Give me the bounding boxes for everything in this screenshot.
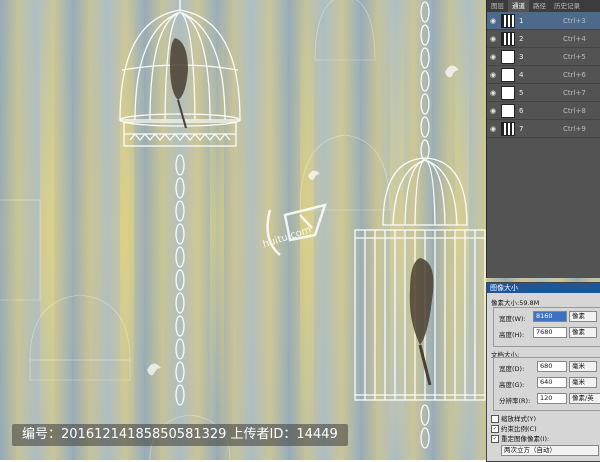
height-unit-select[interactable]: 像素 xyxy=(569,327,597,338)
eye-icon[interactable]: ◉ xyxy=(487,89,499,97)
resample-method-select[interactable]: 两次立方（自动） xyxy=(501,445,599,456)
width-input[interactable]: 8160 xyxy=(533,311,567,322)
channel-thumbnail xyxy=(501,13,515,28)
resample-option[interactable]: ✓ 重定图像像素(I): xyxy=(491,433,549,443)
doc-height-unit-select[interactable]: 毫米 xyxy=(569,377,597,388)
channel-thumbnail xyxy=(501,31,515,46)
dialog-title: 图像大小 xyxy=(487,283,600,293)
channel-row-3[interactable]: ◉ 3 Ctrl+5 xyxy=(487,48,600,66)
eye-icon[interactable]: ◉ xyxy=(487,107,499,115)
doc-height-input[interactable]: 640 xyxy=(537,377,567,388)
eye-icon[interactable]: ◉ xyxy=(487,17,499,25)
image-size-dialog: 图像大小 像素大小:59.8M 宽度(W): 8160 像素 高度(H): 76… xyxy=(486,282,600,462)
eye-icon[interactable]: ◉ xyxy=(487,125,499,133)
channels-panel: 图层 通道 路径 历史记录 ◉ 1 Ctrl+3 ◉ 2 Ctrl+4 ◉ 3 … xyxy=(486,0,600,278)
channel-row-6[interactable]: ◉ 6 Ctrl+8 xyxy=(487,102,600,120)
image-id-caption: 编号：20161214185850581329 上传者ID：14449 xyxy=(12,424,348,446)
eye-icon[interactable]: ◉ xyxy=(487,35,499,43)
resolution-input[interactable]: 120 xyxy=(537,393,567,404)
channel-thumbnail xyxy=(501,121,515,136)
scale-styles-option[interactable]: 缩放样式(Y) xyxy=(491,413,536,423)
tab-history[interactable]: 历史记录 xyxy=(550,0,584,12)
height-input[interactable]: 7680 xyxy=(533,327,567,338)
tab-layers[interactable]: 图层 xyxy=(487,0,508,12)
tab-channels[interactable]: 通道 xyxy=(508,0,529,12)
resolution-unit-select[interactable]: 像素/英寸 xyxy=(569,393,600,404)
eye-icon[interactable]: ◉ xyxy=(487,53,499,61)
doc-width-input[interactable]: 680 xyxy=(537,361,567,372)
resolution-label: 分辨率(R): xyxy=(499,397,531,405)
channel-thumbnail xyxy=(501,67,515,82)
panel-tabs: 图层 通道 路径 历史记录 xyxy=(487,0,600,12)
doc-width-unit-select[interactable]: 毫米 xyxy=(569,361,597,372)
height-label: 高度(H): xyxy=(499,331,525,339)
doc-height-label: 高度(G): xyxy=(499,381,525,389)
eye-icon[interactable]: ◉ xyxy=(487,71,499,79)
channel-row-7[interactable]: ◉ 7 Ctrl+9 xyxy=(487,120,600,138)
pixel-size-label: 像素大小:59.8M xyxy=(491,299,540,307)
constrain-checkbox[interactable]: ✓ xyxy=(491,425,499,433)
width-label: 宽度(W): xyxy=(499,315,526,323)
width-unit-select[interactable]: 像素 xyxy=(569,311,597,322)
channel-row-4[interactable]: ◉ 4 Ctrl+6 xyxy=(487,66,600,84)
constrain-proportions-option[interactable]: ✓ 约束比例(C) xyxy=(491,423,537,433)
scale-styles-checkbox[interactable] xyxy=(491,415,499,423)
channel-row-5[interactable]: ◉ 5 Ctrl+7 xyxy=(487,84,600,102)
channel-thumbnail xyxy=(501,49,515,64)
channel-thumbnail xyxy=(501,85,515,100)
channel-row-2[interactable]: ◉ 2 Ctrl+4 xyxy=(487,30,600,48)
resample-checkbox[interactable]: ✓ xyxy=(491,435,499,443)
channel-row-1[interactable]: ◉ 1 Ctrl+3 xyxy=(487,12,600,30)
tab-paths[interactable]: 路径 xyxy=(529,0,550,12)
doc-width-label: 宽度(D): xyxy=(499,365,525,373)
channel-thumbnail xyxy=(501,103,515,118)
